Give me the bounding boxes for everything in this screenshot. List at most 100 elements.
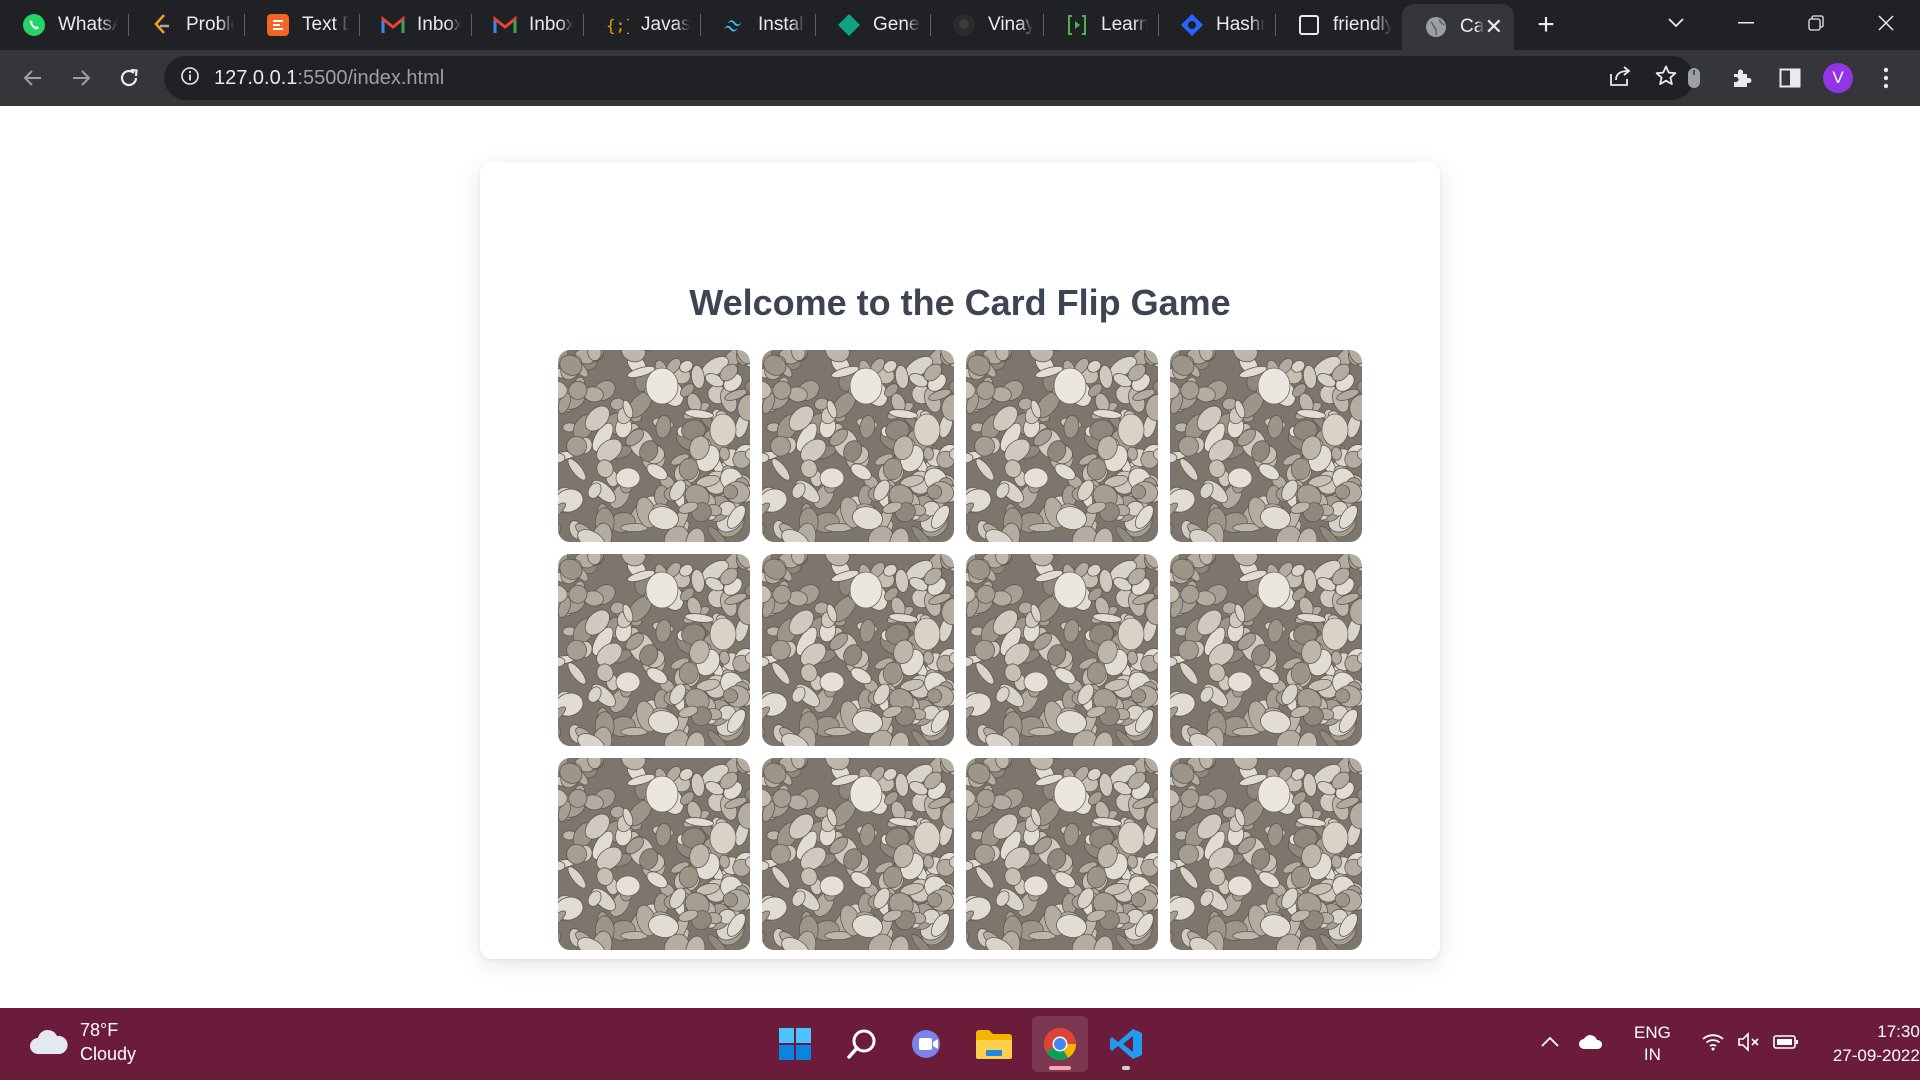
tab-title: Installa bbox=[758, 14, 805, 35]
tab-search-button[interactable] bbox=[1642, 0, 1710, 46]
tab-title: Vinay-I bbox=[988, 14, 1033, 35]
card-11[interactable] bbox=[966, 758, 1158, 950]
tab-list: WhatsA Problem Text Di Inbox - Inbox ({;} Jav… bbox=[0, 0, 1514, 50]
clock-date: 27-09-2022 bbox=[1832, 1046, 1920, 1065]
browser-tab[interactable]: {;} Javascr bbox=[583, 0, 700, 50]
chrome-taskbar-button[interactable] bbox=[1032, 1016, 1088, 1072]
gmail-icon bbox=[381, 13, 405, 37]
browser-tab[interactable]: Inbox ( bbox=[471, 0, 583, 50]
extensions-puzzle-icon[interactable] bbox=[1718, 54, 1766, 102]
card-4[interactable] bbox=[1170, 350, 1362, 542]
browser-tab[interactable]: Text Di bbox=[244, 0, 359, 50]
gmail-icon bbox=[493, 13, 517, 37]
file-explorer-icon bbox=[976, 1030, 1012, 1059]
tab-title: Car bbox=[1460, 16, 1484, 37]
card-5[interactable] bbox=[558, 554, 750, 746]
card-1[interactable] bbox=[558, 350, 750, 542]
card-3[interactable] bbox=[966, 350, 1158, 542]
diamond-icon bbox=[837, 13, 861, 37]
leetcode-icon bbox=[150, 13, 174, 37]
minimize-icon bbox=[1738, 22, 1754, 24]
tab-close-button[interactable]: ✕ bbox=[1484, 14, 1504, 40]
text-diff-icon bbox=[266, 13, 290, 37]
teams-icon bbox=[912, 1030, 940, 1058]
arrow-right-icon bbox=[73, 70, 91, 86]
profile-avatar[interactable]: V bbox=[1814, 54, 1862, 102]
browser-tab[interactable]: Installa bbox=[700, 0, 815, 50]
onedrive-icon[interactable] bbox=[1578, 1034, 1604, 1055]
cloud-icon bbox=[30, 1029, 68, 1054]
share-icon[interactable] bbox=[1608, 65, 1632, 92]
browser-toolbar: 127.0.0.1:5500/index.html V bbox=[0, 50, 1920, 106]
browser-tab[interactable]: Inbox - bbox=[359, 0, 471, 50]
restore-icon bbox=[1808, 15, 1824, 31]
browser-tab[interactable]: WhatsA bbox=[0, 0, 128, 50]
forward-button[interactable] bbox=[57, 54, 105, 102]
clock-time: 17:30 bbox=[1877, 1022, 1920, 1041]
card-back-image bbox=[558, 350, 750, 542]
browser-tab[interactable]: Genera bbox=[815, 0, 930, 50]
start-icon bbox=[779, 1028, 811, 1060]
tab-title: WhatsA bbox=[58, 14, 118, 35]
wifi-icon[interactable] bbox=[1701, 1033, 1725, 1056]
search-icon bbox=[847, 1029, 876, 1059]
card-back-image bbox=[558, 554, 750, 746]
card-12[interactable] bbox=[1170, 758, 1362, 950]
vscode-taskbar-button[interactable] bbox=[1098, 1016, 1154, 1072]
reload-button[interactable] bbox=[105, 54, 153, 102]
card-back-image bbox=[1170, 554, 1362, 746]
globe-icon bbox=[1424, 15, 1448, 39]
blank-page-icon bbox=[1297, 13, 1321, 37]
tab-title: Learn c bbox=[1101, 14, 1148, 35]
card-grid bbox=[558, 350, 1362, 950]
url-host: 127.0.0.1 bbox=[214, 66, 298, 89]
language-code: ENG bbox=[1634, 1023, 1671, 1042]
clock[interactable]: 17:30 27-09-2022 bbox=[1833, 1020, 1920, 1068]
search-button[interactable] bbox=[834, 1016, 890, 1072]
card-10[interactable] bbox=[762, 758, 954, 950]
side-panel-icon[interactable] bbox=[1766, 54, 1814, 102]
hashnode-icon bbox=[1180, 13, 1204, 37]
new-tab-button[interactable]: + bbox=[1522, 0, 1570, 50]
card-7[interactable] bbox=[966, 554, 1158, 746]
card-back-image bbox=[966, 350, 1158, 542]
browser-tab[interactable]: Problem bbox=[128, 0, 244, 50]
card-6[interactable] bbox=[762, 554, 954, 746]
card-back-image bbox=[762, 758, 954, 950]
code-play-icon bbox=[1065, 13, 1089, 37]
whatsapp-icon bbox=[22, 13, 46, 37]
profile-initial: V bbox=[1823, 63, 1853, 93]
teams-chat-button[interactable] bbox=[900, 1016, 956, 1072]
extension-mouse-icon[interactable] bbox=[1670, 54, 1718, 102]
browser-menu-button[interactable] bbox=[1862, 54, 1910, 102]
file-explorer-button[interactable] bbox=[966, 1016, 1022, 1072]
tab-title: Genera bbox=[873, 14, 920, 35]
browser-tab[interactable]: Hashnc bbox=[1158, 0, 1275, 50]
tab-title: Text Di bbox=[302, 14, 349, 35]
site-info-icon[interactable] bbox=[180, 66, 200, 91]
input-language[interactable]: ENG IN bbox=[1634, 1022, 1671, 1066]
tab-title: Javascr bbox=[641, 14, 690, 35]
weather-desc: Cloudy bbox=[80, 1044, 137, 1064]
browser-tab[interactable]: Vinay-I bbox=[930, 0, 1043, 50]
battery-icon[interactable] bbox=[1773, 1034, 1799, 1055]
address-bar[interactable]: 127.0.0.1:5500/index.html bbox=[164, 56, 1694, 100]
card-2[interactable] bbox=[762, 350, 954, 542]
start-button[interactable] bbox=[767, 1016, 823, 1072]
browser-tab[interactable]: friendly bbox=[1275, 0, 1402, 50]
card-9[interactable] bbox=[558, 758, 750, 950]
volume-muted-icon[interactable] bbox=[1737, 1031, 1761, 1057]
card-8[interactable] bbox=[1170, 554, 1362, 746]
restore-button[interactable] bbox=[1782, 0, 1850, 46]
tab-active[interactable]: Car✕ bbox=[1402, 4, 1514, 50]
card-back-image bbox=[966, 758, 1158, 950]
chevron-down-icon bbox=[1668, 18, 1684, 28]
card-back-image bbox=[762, 350, 954, 542]
weather-widget[interactable]: 78°F Cloudy bbox=[28, 1018, 136, 1066]
minimize-button[interactable] bbox=[1712, 0, 1780, 46]
weather-temp: 78°F bbox=[80, 1020, 119, 1040]
browser-tab[interactable]: Learn c bbox=[1043, 0, 1158, 50]
close-window-button[interactable] bbox=[1852, 0, 1920, 46]
back-button[interactable] bbox=[9, 54, 57, 102]
show-hidden-icons-button[interactable] bbox=[1540, 1035, 1560, 1053]
